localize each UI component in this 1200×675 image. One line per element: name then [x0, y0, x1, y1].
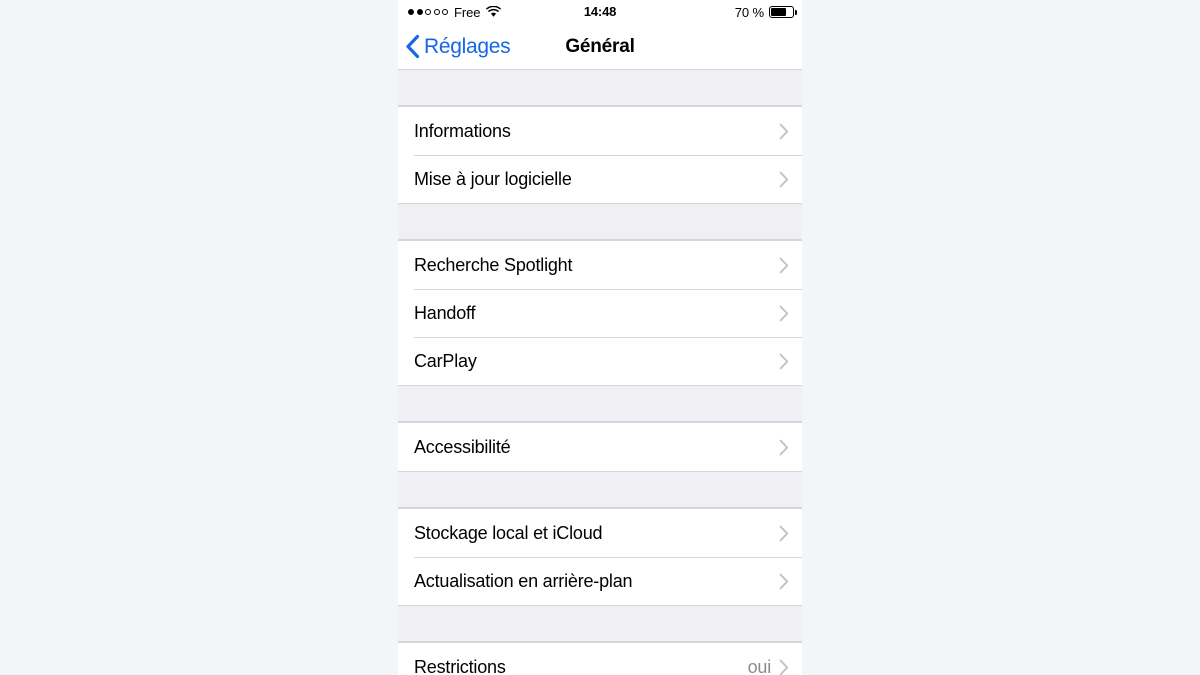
settings-row-mise-a-jour-logicielle[interactable]: Mise à jour logicielle: [398, 155, 802, 203]
status-bar: Free 14:48 70 %: [398, 0, 802, 24]
settings-group: Informations Mise à jour logicielle: [398, 106, 802, 204]
chevron-right-icon: [779, 525, 789, 541]
settings-row-actualisation-en-arriere-plan[interactable]: Actualisation en arrière-plan: [398, 557, 802, 605]
row-label: Mise à jour logicielle: [414, 168, 572, 189]
settings-list: Informations Mise à jour logicielle Rech…: [398, 70, 802, 675]
chevron-right-icon: [779, 659, 789, 675]
phone-screen: Free 14:48 70 % Réglages Général Informa…: [398, 0, 802, 675]
section-gap: [398, 606, 802, 642]
chevron-right-icon: [779, 573, 789, 589]
settings-row-restrictions[interactable]: Restrictions oui: [398, 643, 802, 675]
status-bar-right: 70 %: [734, 0, 797, 24]
section-gap: [398, 472, 802, 508]
section-gap: [398, 70, 802, 106]
row-label: Informations: [414, 120, 511, 141]
navigation-bar: Réglages Général: [398, 24, 802, 70]
section-gap: [398, 386, 802, 422]
settings-row-recherche-spotlight[interactable]: Recherche Spotlight: [398, 241, 802, 289]
row-label: Restrictions: [414, 656, 506, 675]
row-label: Stockage local et iCloud: [414, 522, 603, 543]
battery-percent-label: 70 %: [734, 4, 764, 20]
chevron-right-icon: [779, 305, 789, 321]
settings-row-handoff[interactable]: Handoff: [398, 289, 802, 337]
settings-row-accessibilite[interactable]: Accessibilité: [398, 423, 802, 471]
section-gap: [398, 204, 802, 240]
settings-row-informations[interactable]: Informations: [398, 107, 802, 155]
chevron-right-icon: [779, 123, 789, 139]
settings-group: Accessibilité: [398, 422, 802, 472]
settings-row-carplay[interactable]: CarPlay: [398, 337, 802, 385]
settings-row-stockage-local-et-icloud[interactable]: Stockage local et iCloud: [398, 509, 802, 557]
chevron-right-icon: [779, 171, 789, 187]
row-value: oui: [747, 656, 772, 675]
row-label: Actualisation en arrière-plan: [414, 570, 633, 591]
chevron-right-icon: [779, 439, 789, 455]
row-label: Accessibilité: [414, 436, 511, 457]
battery-icon: [769, 6, 797, 18]
page-title: Général: [565, 36, 635, 57]
settings-group: Stockage local et iCloud Actualisation e…: [398, 508, 802, 606]
settings-group: Recherche Spotlight Handoff CarPlay: [398, 240, 802, 386]
chevron-right-icon: [779, 353, 789, 369]
row-label: Handoff: [414, 302, 476, 323]
row-label: Recherche Spotlight: [414, 254, 573, 275]
row-label: CarPlay: [414, 350, 477, 371]
settings-group: Restrictions oui: [398, 642, 802, 675]
chevron-right-icon: [779, 257, 789, 273]
